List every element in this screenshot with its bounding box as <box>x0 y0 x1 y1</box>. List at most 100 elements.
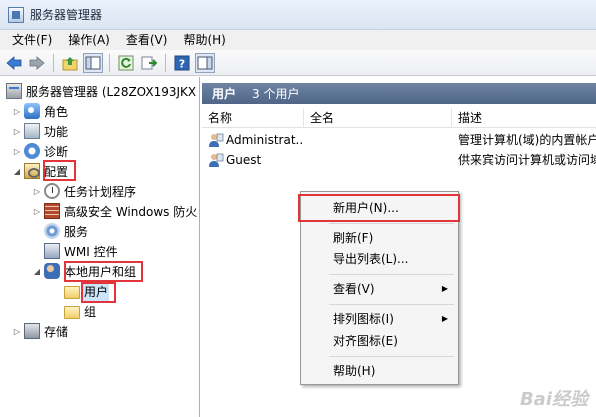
tree-label-configuration: 配置 <box>44 164 69 179</box>
tree-item-diagnostics[interactable]: ▷ 诊断 <box>12 141 69 161</box>
menu-item-view[interactable]: 查看(V) ▶ <box>303 278 456 300</box>
firewall-icon <box>44 203 60 219</box>
collapse-arrow-icon[interactable]: ◢ <box>12 167 22 176</box>
column-description[interactable]: 描述 <box>452 108 596 128</box>
tree-label-groups: 组 <box>84 304 97 319</box>
up-folder-icon <box>62 56 78 70</box>
submenu-arrow-icon: ▶ <box>441 284 448 293</box>
menu-item-export-list[interactable]: 导出列表(L)... <box>303 248 456 270</box>
tree-label-local-users: 本地用户和组 <box>64 264 137 279</box>
menu-item-align-icons[interactable]: 对齐图标(E) <box>303 330 456 352</box>
cell-user-fullname <box>310 130 450 150</box>
forward-button[interactable] <box>27 53 47 73</box>
list-header-title: 用户 <box>212 87 237 101</box>
menu-item-refresh[interactable]: 刷新(F) <box>303 227 456 249</box>
tree-item-wmi[interactable]: WMI 控件 <box>42 241 119 261</box>
cell-user-name: Guest <box>226 153 262 167</box>
forward-icon <box>29 55 45 70</box>
table-row[interactable]: Guest 供来宾访问计算机或访问域 <box>202 150 596 170</box>
tree-item-features[interactable]: ▷ 功能 <box>12 121 69 141</box>
expand-arrow-icon[interactable]: ▷ <box>12 107 22 116</box>
menu-separator <box>329 223 454 224</box>
help-button[interactable]: ? <box>172 53 192 73</box>
tree-item-storage[interactable]: ▷ 存储 <box>12 321 69 341</box>
roles-icon <box>24 103 40 119</box>
user-admin-icon <box>209 133 224 147</box>
cell-user-description: 管理计算机(域)的内置帐户 <box>458 133 596 147</box>
menu-item-arrange-icons[interactable]: 排列图标(I) ▶ <box>303 308 456 330</box>
action-pane-icon <box>197 56 213 69</box>
toolbar-separator <box>53 53 54 72</box>
column-fullname[interactable]: 全名 <box>304 108 452 128</box>
tree-label-features: 功能 <box>44 124 69 139</box>
submenu-arrow-icon: ▶ <box>441 314 448 323</box>
cell-user-name: Administrat... <box>226 133 304 147</box>
collapse-arrow-icon[interactable]: ◢ <box>32 267 42 276</box>
context-menu: 新用户(N)... 刷新(F) 导出列表(L)... 查看(V) ▶ 排列图标(… <box>300 191 459 385</box>
show-tree-button[interactable] <box>83 52 103 73</box>
expand-arrow-icon[interactable]: ▷ <box>32 207 42 216</box>
table-row[interactable]: Administrat... 管理计算机(域)的内置帐户 <box>202 130 596 150</box>
watermark: Bai经验 <box>519 389 588 410</box>
tree-item-services[interactable]: 服务 <box>42 221 89 241</box>
list-header-count: 3 个用户 <box>252 87 300 101</box>
server-icon <box>6 83 22 99</box>
folder-icon <box>64 285 80 299</box>
export-icon <box>141 56 157 69</box>
tree-root-label: 服务器管理器 (L28ZOX193JKX <box>26 84 197 99</box>
menu-view[interactable]: 查看(V) <box>118 30 176 50</box>
expand-arrow-icon[interactable]: ▷ <box>32 187 42 196</box>
show-tree-icon <box>85 56 101 69</box>
tree-label-task-scheduler: 任务计划程序 <box>64 184 137 199</box>
tree-item-root[interactable]: 服务器管理器 (L28ZOX193JKX <box>4 81 197 101</box>
users-group-icon <box>44 263 60 279</box>
menu-item-arrange-icons-label: 排列图标(I) <box>333 312 394 326</box>
menu-help[interactable]: 帮助(H) <box>175 30 233 50</box>
menu-item-new-user[interactable]: 新用户(N)... <box>303 197 456 219</box>
menu-item-help[interactable]: 帮助(H) <box>303 360 456 382</box>
tree-label-wmi: WMI 控件 <box>64 244 118 259</box>
up-folder-button[interactable] <box>60 53 80 73</box>
wmi-icon <box>44 243 60 259</box>
list-header: 用户 3 个用户 <box>202 83 596 104</box>
refresh-button[interactable] <box>116 53 136 73</box>
server-manager-icon <box>8 6 24 23</box>
toolbar-separator <box>109 53 110 72</box>
tree-item-task-scheduler[interactable]: ▷ 任务计划程序 <box>32 181 137 201</box>
menu-action[interactable]: 操作(A) <box>60 30 118 50</box>
back-icon <box>6 55 22 70</box>
tree-item-users[interactable]: 用户 <box>62 281 110 301</box>
menu-separator <box>329 304 454 305</box>
expand-arrow-icon[interactable]: ▷ <box>12 127 22 136</box>
svg-text:?: ? <box>179 57 185 70</box>
back-button[interactable] <box>4 53 24 73</box>
export-button[interactable] <box>139 53 159 73</box>
storage-icon <box>24 323 40 339</box>
window-title: 服务器管理器 <box>30 8 103 22</box>
services-icon <box>44 223 60 239</box>
tree-item-firewall[interactable]: ▷ 高级安全 Windows 防火 <box>32 201 198 221</box>
tree-label-roles: 角色 <box>44 104 69 119</box>
user-guest-icon <box>209 153 224 167</box>
clock-icon <box>44 183 60 199</box>
tree-item-roles[interactable]: ▷ 角色 <box>12 101 69 121</box>
tree-label-services: 服务 <box>64 224 89 239</box>
expand-arrow-icon[interactable]: ▷ <box>12 327 22 336</box>
cell-user-fullname <box>310 150 450 170</box>
tree-item-configuration[interactable]: ◢ 配置 <box>12 161 69 181</box>
tree-label-users: 用户 <box>83 281 110 301</box>
navigation-tree: 服务器管理器 (L28ZOX193JKX ▷ 角色 ▷ 功能 ▷ 诊断 ◢ 配置… <box>0 77 200 417</box>
configuration-icon <box>24 163 40 179</box>
tree-item-local-users[interactable]: ◢ 本地用户和组 <box>32 261 137 281</box>
folder-icon <box>64 305 80 319</box>
help-icon: ? <box>174 55 190 70</box>
column-name[interactable]: 名称 <box>202 108 304 128</box>
toolbar: ? <box>0 50 596 76</box>
title-bar: 服务器管理器 <box>0 0 596 30</box>
action-pane-button[interactable] <box>195 52 215 73</box>
toolbar-separator <box>165 53 166 72</box>
tree-item-groups[interactable]: 组 <box>62 301 97 321</box>
menu-file[interactable]: 文件(F) <box>4 30 60 50</box>
refresh-icon <box>118 55 134 70</box>
expand-arrow-icon[interactable]: ▷ <box>12 147 22 156</box>
